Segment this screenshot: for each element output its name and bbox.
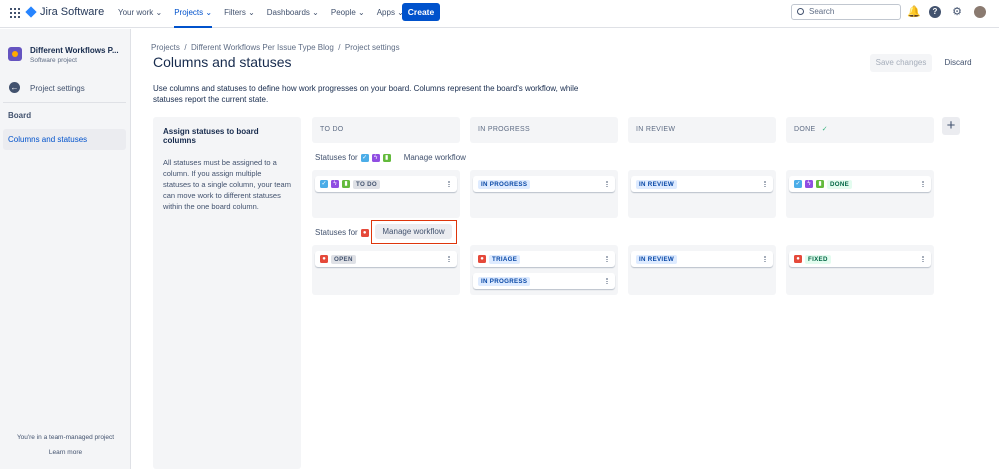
back-arrow-icon[interactable]: ← — [9, 82, 20, 93]
story-type-icon: ▮ — [342, 180, 350, 188]
panel-title: Assign statuses to board columns — [163, 127, 259, 145]
column-header-inprogress[interactable]: IN PROGRESS — [470, 117, 618, 143]
check-icon: ✓ — [821, 126, 828, 133]
drag-handle-icon[interactable] — [448, 181, 450, 187]
dropzone-inreview: IN REVIEW — [628, 170, 776, 218]
discard-button[interactable]: Discard — [938, 54, 978, 72]
save-changes-button[interactable]: Save changes — [870, 54, 932, 72]
user-avatar[interactable] — [974, 6, 986, 18]
nav-filters[interactable]: Filters ⌄ — [224, 0, 255, 28]
nav-your-work[interactable]: Your work ⌄ — [118, 0, 162, 28]
breadcrumb-projects[interactable]: Projects — [151, 43, 180, 52]
create-button[interactable]: Create — [402, 3, 440, 21]
app-switcher-icon[interactable] — [10, 8, 20, 18]
jira-logo[interactable]: Jira Software — [25, 6, 104, 18]
status-card[interactable]: ✓ ϟ ▮ TO DO — [315, 176, 457, 192]
team-managed-note: You're in a team-managed project — [16, 434, 115, 441]
subtask-type-icon: ϟ — [331, 180, 339, 188]
task-type-icon: ✓ — [320, 180, 328, 188]
status-lozenge: IN PROGRESS — [478, 276, 531, 286]
project-settings-link[interactable]: Project settings — [30, 84, 85, 93]
drag-handle-icon[interactable] — [764, 256, 766, 262]
bug-type-icon: ● — [478, 255, 486, 263]
divider — [3, 102, 126, 103]
dropzone-inreview: IN REVIEW — [628, 245, 776, 295]
help-icon[interactable]: ? — [929, 6, 941, 18]
section-board: Board — [8, 111, 32, 120]
nav-dashboards[interactable]: Dashboards ⌄ — [267, 0, 319, 28]
nav-projects[interactable]: Projects ⌄ — [174, 0, 213, 28]
status-card[interactable]: ● OPEN — [315, 251, 457, 267]
breadcrumb-project[interactable]: Different Workflows Per Issue Type Blog — [191, 43, 334, 52]
settings-gear-icon[interactable]: ⚙ — [951, 6, 963, 18]
search-input[interactable]: Search — [791, 4, 901, 20]
status-lozenge: OPEN — [331, 254, 356, 264]
project-type: Software project — [30, 57, 77, 64]
status-lozenge: TRIAGE — [489, 254, 521, 264]
status-lozenge: IN PROGRESS — [478, 179, 531, 189]
top-nav: Jira Software Your work ⌄ Projects ⌄ Fil… — [0, 0, 999, 28]
bug-type-icon: ● — [360, 228, 369, 237]
drag-handle-icon[interactable] — [606, 278, 608, 284]
notifications-icon[interactable]: 🔔 — [907, 6, 921, 18]
dropzone-todo: ● OPEN — [312, 245, 460, 295]
nav-apps[interactable]: Apps ⌄ — [377, 0, 404, 28]
column-header-todo[interactable]: TO DO — [312, 117, 460, 143]
add-column-button[interactable]: + — [942, 117, 960, 135]
breadcrumb: Projects / Different Workflows Per Issue… — [151, 43, 400, 52]
task-type-icon: ✓ — [360, 153, 369, 162]
dropzone-done: ✓ ϟ ▮ DONE — [786, 170, 934, 218]
status-lozenge: IN REVIEW — [636, 179, 678, 189]
project-name[interactable]: Different Workflows P... — [30, 46, 119, 55]
status-lozenge: TO DO — [353, 179, 380, 189]
nav-people[interactable]: People ⌄ — [331, 0, 365, 28]
column-header-inreview[interactable]: IN REVIEW — [628, 117, 776, 143]
story-type-icon: ▮ — [382, 153, 391, 162]
group-1-label: Statuses for ✓ ϟ ▮ Manage workflow — [315, 153, 466, 162]
subtask-type-icon: ϟ — [805, 180, 813, 188]
jira-diamond-icon — [25, 6, 37, 18]
info-panel: Assign statuses to board columns All sta… — [153, 117, 301, 469]
project-avatar-icon — [8, 47, 22, 61]
drag-handle-icon[interactable] — [606, 256, 608, 262]
sidebar: Different Workflows P... Software projec… — [0, 29, 131, 469]
drag-handle-icon[interactable] — [606, 181, 608, 187]
status-card[interactable]: ● FIXED — [789, 251, 931, 267]
dropzone-inprogress: IN PROGRESS — [470, 170, 618, 218]
drag-handle-icon[interactable] — [922, 256, 924, 262]
dropzone-inprogress: ● TRIAGE IN PROGRESS — [470, 245, 618, 295]
learn-more-link[interactable]: Learn more — [0, 449, 131, 456]
story-type-icon: ▮ — [816, 180, 824, 188]
status-card[interactable]: ● TRIAGE — [473, 251, 615, 267]
panel-text: All statuses must be assigned to a colum… — [163, 158, 291, 211]
group-2-label: Statuses for ● — [315, 228, 369, 237]
bug-type-icon: ● — [794, 255, 802, 263]
bug-type-icon: ● — [320, 255, 328, 263]
page-title: Columns and statuses — [153, 54, 292, 70]
manage-workflow-link[interactable]: Manage workflow — [404, 153, 466, 162]
drag-handle-icon[interactable] — [448, 256, 450, 262]
dropzone-done: ● FIXED — [786, 245, 934, 295]
manage-workflow-highlight: Manage workflow — [371, 220, 457, 244]
status-lozenge: FIXED — [805, 254, 831, 264]
column-header-done[interactable]: DONE ✓ — [786, 117, 934, 143]
manage-workflow-button[interactable]: Manage workflow — [375, 224, 452, 239]
dropzone-todo: ✓ ϟ ▮ TO DO — [312, 170, 460, 218]
drag-handle-icon[interactable] — [922, 181, 924, 187]
sidebar-item-columns-and-statuses[interactable]: Columns and statuses — [3, 129, 126, 150]
status-lozenge: IN REVIEW — [636, 254, 678, 264]
page-description: Use columns and statuses to define how w… — [153, 84, 579, 104]
task-type-icon: ✓ — [794, 180, 802, 188]
status-card[interactable]: ✓ ϟ ▮ DONE — [789, 176, 931, 192]
breadcrumb-settings[interactable]: Project settings — [345, 43, 400, 52]
drag-handle-icon[interactable] — [764, 181, 766, 187]
status-card[interactable]: IN REVIEW — [631, 176, 773, 192]
status-card[interactable]: IN REVIEW — [631, 251, 773, 267]
subtask-type-icon: ϟ — [371, 153, 380, 162]
status-lozenge: DONE — [827, 179, 853, 189]
status-card[interactable]: IN PROGRESS — [473, 273, 615, 289]
status-card[interactable]: IN PROGRESS — [473, 176, 615, 192]
